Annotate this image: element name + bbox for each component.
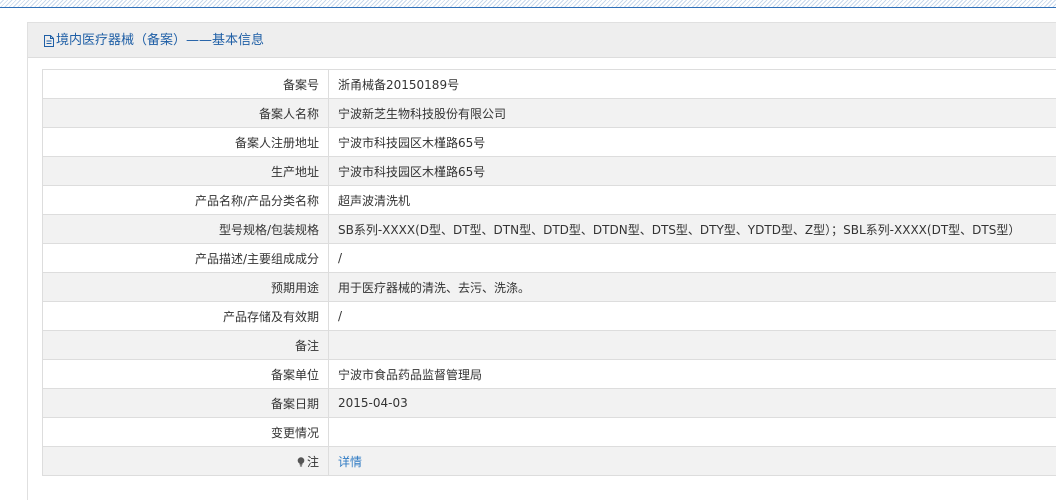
row-label-production-address: 生产地址 — [43, 157, 329, 186]
row-label-filer-name: 备案人名称 — [43, 99, 329, 128]
row-value-product-description: / — [329, 244, 1056, 273]
row-label-model-spec: 型号规格/包装规格 — [43, 215, 329, 244]
table-row: 预期用途 用于医疗器械的清洗、去污、洗涤。 — [43, 273, 1056, 302]
row-value-storage-validity: / — [329, 302, 1056, 331]
row-label-remarks: 备注 — [43, 331, 329, 360]
row-label-registered-address: 备案人注册地址 — [43, 128, 329, 157]
table-row: 备案人注册地址 宁波市科技园区木槿路65号 — [43, 128, 1056, 157]
row-label-filing-date: 备案日期 — [43, 389, 329, 418]
table-row: 备案号 浙甬械备20150189号 — [43, 70, 1056, 99]
note-label-text: 注 — [307, 455, 319, 469]
lightbulb-icon — [297, 456, 305, 466]
table-row: 注 详情 — [43, 447, 1056, 476]
row-value-filing-unit: 宁波市食品药品监督管理局 — [329, 360, 1056, 389]
row-value-production-address: 宁波市科技园区木槿路65号 — [329, 157, 1056, 186]
panel-header: 境内医疗器械（备案）——基本信息 — [28, 23, 1056, 58]
row-label-filing-number: 备案号 — [43, 70, 329, 99]
row-value-remarks — [329, 331, 1056, 360]
table-row: 备案人名称 宁波新芝生物科技股份有限公司 — [43, 99, 1056, 128]
row-label-note: 注 — [43, 447, 329, 476]
table-row: 备案日期 2015-04-03 — [43, 389, 1056, 418]
row-value-note: 详情 — [329, 447, 1056, 476]
row-value-model-spec: SB系列-XXXX(D型、DT型、DTN型、DTD型、DTDN型、DTS型、DT… — [329, 215, 1056, 244]
row-label-filing-unit: 备案单位 — [43, 360, 329, 389]
row-value-registered-address: 宁波市科技园区木槿路65号 — [329, 128, 1056, 157]
info-table: 备案号 浙甬械备20150189号 备案人名称 宁波新芝生物科技股份有限公司 备… — [42, 69, 1056, 476]
info-panel: 境内医疗器械（备案）——基本信息 备案号 浙甬械备20150189号 备案人名称… — [27, 22, 1056, 500]
table-row: 产品存储及有效期 / — [43, 302, 1056, 331]
page-top-border — [0, 0, 1056, 8]
row-value-intended-use: 用于医疗器械的清洗、去污、洗涤。 — [329, 273, 1056, 302]
row-label-change-status: 变更情况 — [43, 418, 329, 447]
document-icon — [43, 34, 55, 48]
row-value-filer-name: 宁波新芝生物科技股份有限公司 — [329, 99, 1056, 128]
row-label-intended-use: 预期用途 — [43, 273, 329, 302]
row-value-product-name: 超声波清洗机 — [329, 186, 1056, 215]
table-row: 备注 — [43, 331, 1056, 360]
row-label-product-description: 产品描述/主要组成成分 — [43, 244, 329, 273]
panel-content: 备案号 浙甬械备20150189号 备案人名称 宁波新芝生物科技股份有限公司 备… — [28, 58, 1056, 501]
row-label-storage-validity: 产品存储及有效期 — [43, 302, 329, 331]
row-value-change-status — [329, 418, 1056, 447]
panel-title-text: 境内医疗器械（备案）——基本信息 — [56, 33, 264, 49]
table-row: 产品描述/主要组成成分 / — [43, 244, 1056, 273]
panel-title: 境内医疗器械（备案）——基本信息 — [43, 33, 264, 49]
table-row: 型号规格/包装规格 SB系列-XXXX(D型、DT型、DTN型、DTD型、DTD… — [43, 215, 1056, 244]
details-link[interactable]: 详情 — [338, 455, 362, 469]
row-value-filing-date: 2015-04-03 — [329, 389, 1056, 418]
table-row: 备案单位 宁波市食品药品监督管理局 — [43, 360, 1056, 389]
table-row: 生产地址 宁波市科技园区木槿路65号 — [43, 157, 1056, 186]
row-value-filing-number: 浙甬械备20150189号 — [329, 70, 1056, 99]
table-row: 变更情况 — [43, 418, 1056, 447]
row-label-product-name: 产品名称/产品分类名称 — [43, 186, 329, 215]
table-row: 产品名称/产品分类名称 超声波清洗机 — [43, 186, 1056, 215]
